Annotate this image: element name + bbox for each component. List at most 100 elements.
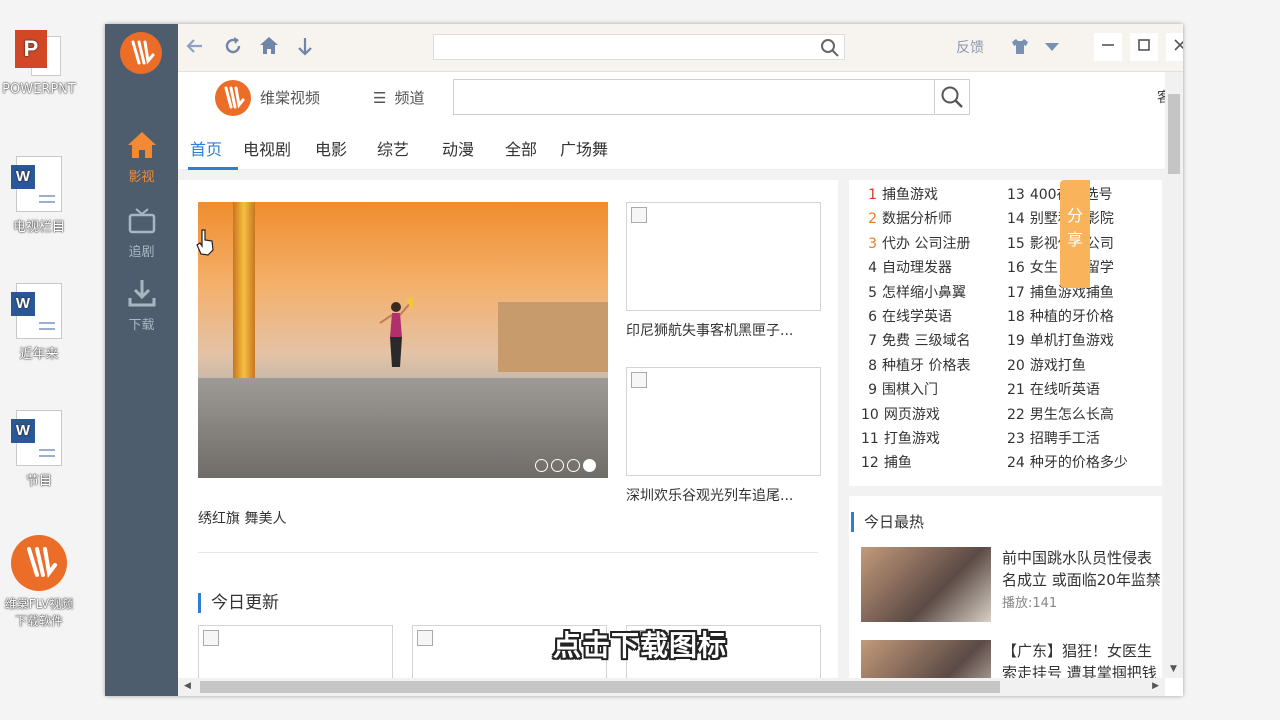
scrollbar-thumb[interactable] bbox=[200, 681, 1000, 693]
hot-search-item[interactable]: 20 游戏打鱼 bbox=[1007, 355, 1086, 375]
desktop-icon-label-line1: 维棠FLV视频 bbox=[4, 597, 74, 611]
hot-search-item[interactable]: 21 在线听英语 bbox=[1007, 379, 1100, 399]
sidebar-item-movies[interactable]: 影视 bbox=[105, 126, 178, 185]
hot-search-item[interactable]: 3 代办 公司注册 bbox=[861, 233, 970, 253]
carousel-dot-active[interactable] bbox=[583, 459, 596, 472]
hot-search-item[interactable]: 1 捕鱼游戏 bbox=[861, 184, 938, 204]
featured-banner[interactable] bbox=[198, 202, 608, 478]
tab-movies[interactable]: 电影 bbox=[315, 136, 347, 160]
tab-all[interactable]: 全部 bbox=[505, 136, 537, 160]
search-icon[interactable] bbox=[820, 38, 840, 62]
brand-logo-icon[interactable] bbox=[215, 80, 251, 116]
feedback-link[interactable]: 反馈 bbox=[956, 35, 984, 61]
scroll-right-arrow-icon[interactable]: ▶ bbox=[1152, 681, 1159, 691]
banner-caption[interactable]: 绣红旗 舞美人 bbox=[198, 508, 286, 528]
powerpoint-icon: P bbox=[13, 26, 65, 82]
tab-anime[interactable]: 动漫 bbox=[442, 136, 474, 160]
hot-search-text: 在线听英语 bbox=[1029, 382, 1100, 399]
carousel-dots bbox=[535, 459, 596, 472]
desktop-icon-doc-3[interactable]: W 节目 bbox=[0, 410, 84, 489]
hot-search-item[interactable]: 22 男生怎么长高 bbox=[1007, 404, 1114, 424]
download-icon bbox=[105, 274, 178, 308]
scrollbar-thumb[interactable] bbox=[1168, 94, 1180, 174]
scroll-left-arrow-icon[interactable]: ◀ bbox=[184, 681, 191, 691]
address-bar[interactable] bbox=[433, 34, 845, 60]
title-bar: 反馈 bbox=[178, 24, 1183, 72]
hot-search-rank: 5 bbox=[868, 284, 877, 301]
hot-search-text: 单机打鱼游戏 bbox=[1029, 333, 1114, 350]
search-button[interactable] bbox=[934, 80, 969, 114]
hot-search-rank: 18 bbox=[1007, 309, 1025, 325]
hot-search-rank: 23 bbox=[1007, 431, 1025, 447]
word-document-icon: W bbox=[11, 283, 62, 339]
minimize-button[interactable] bbox=[1094, 33, 1122, 61]
news-title-line: 前中国跳水队员性侵表 bbox=[1002, 549, 1153, 567]
hot-search-rank: 7 bbox=[868, 333, 877, 350]
hot-search-item[interactable]: 11 打鱼游戏 bbox=[861, 428, 940, 448]
brand-name[interactable]: 维棠视频 bbox=[260, 87, 320, 108]
hot-search-item[interactable]: 23 招聘手工活 bbox=[1007, 428, 1100, 448]
hot-search-rank: 21 bbox=[1007, 382, 1025, 399]
tab-variety[interactable]: 综艺 bbox=[377, 136, 409, 160]
hot-search-item[interactable]: 12 捕鱼 bbox=[861, 452, 912, 472]
carousel-dot[interactable] bbox=[535, 459, 548, 472]
hot-search-item[interactable]: 6 在线学英语 bbox=[861, 306, 952, 326]
hot-search-item[interactable]: 18 种植的牙价格 bbox=[1007, 306, 1114, 326]
hot-search-text: 种牙的价格多少 bbox=[1029, 455, 1128, 472]
hot-search-item[interactable]: 10 网页游戏 bbox=[861, 404, 940, 424]
skin-shirt-icon[interactable] bbox=[1010, 36, 1030, 58]
refresh-icon[interactable] bbox=[220, 35, 246, 61]
chevron-down-icon[interactable] bbox=[1044, 39, 1060, 58]
hot-search-item[interactable]: 24 种牙的价格多少 bbox=[1007, 452, 1128, 472]
video-thumbnail[interactable] bbox=[626, 367, 821, 476]
maximize-button[interactable] bbox=[1130, 33, 1158, 61]
back-arrow-icon[interactable] bbox=[182, 35, 208, 61]
news-title[interactable]: 前中国跳水队员性侵表 名成立 或面临20年监禁 bbox=[1002, 547, 1162, 591]
video-caption[interactable]: 印尼狮航失事客机黑匣子... bbox=[626, 320, 821, 340]
broken-image-icon bbox=[631, 207, 647, 223]
hot-search-item[interactable]: 5 怎样缩小鼻翼 bbox=[861, 282, 966, 302]
app-logo-icon[interactable] bbox=[120, 32, 162, 74]
video-thumbnail[interactable] bbox=[626, 202, 821, 311]
tab-square-dance[interactable]: 广场舞 bbox=[560, 136, 608, 160]
tab-home[interactable]: 首页 bbox=[190, 136, 222, 160]
hot-search-item[interactable]: 8 种植牙 价格表 bbox=[861, 355, 970, 375]
sidebar: 影视 追剧 下载 bbox=[105, 24, 178, 696]
hot-search-item[interactable]: 2 数据分析师 bbox=[861, 208, 952, 228]
hot-search-panel: 1 捕鱼游戏 2 数据分析师 3 代办 公司注册 4 自动理发器 5 怎样缩小鼻翼 6 在线学英语 7 免… bbox=[849, 180, 1162, 486]
desktop-icon-doc-2[interactable]: W 近年来 bbox=[0, 283, 84, 362]
desktop-icon-label: 近年来 bbox=[19, 347, 59, 362]
desktop-icon-powerpnt[interactable]: P POWERPNT bbox=[0, 26, 84, 97]
hot-search-text: 捕鱼 bbox=[883, 455, 912, 472]
channel-menu[interactable]: ☰ 频道 bbox=[373, 87, 424, 108]
hot-search-rank: 12 bbox=[861, 455, 879, 472]
desktop-icon-doc-1[interactable]: W 电视栏目 bbox=[0, 156, 84, 235]
hot-search-text: 免费 三级域名 bbox=[882, 333, 971, 350]
hot-search-item[interactable]: 7 免费 三级域名 bbox=[861, 330, 970, 350]
hot-search-item[interactable]: 4 自动理发器 bbox=[861, 257, 952, 277]
news-thumbnail[interactable] bbox=[861, 547, 991, 622]
tab-tv-series[interactable]: 电视剧 bbox=[243, 136, 291, 160]
hot-search-text: 打鱼游戏 bbox=[883, 431, 940, 447]
hot-search-item[interactable]: 9 围棋入门 bbox=[861, 379, 938, 399]
hot-search-text: 怎样缩小鼻翼 bbox=[882, 284, 966, 301]
carousel-dot[interactable] bbox=[551, 459, 564, 472]
tv-icon bbox=[105, 201, 178, 235]
sidebar-item-follow[interactable]: 追剧 bbox=[105, 201, 178, 260]
horizontal-scrollbar[interactable]: ◀ ▶ bbox=[178, 678, 1165, 696]
vertical-scrollbar[interactable]: ▼ bbox=[1165, 72, 1183, 678]
share-button[interactable]: 分 享 bbox=[1060, 180, 1090, 288]
hot-search-item[interactable]: 19 单机打鱼游戏 bbox=[1007, 330, 1114, 350]
scroll-down-arrow-icon[interactable]: ▼ bbox=[1170, 664, 1177, 674]
video-caption[interactable]: 深圳欢乐谷观光列车追尾... bbox=[626, 485, 821, 505]
sidebar-item-download[interactable]: 下载 bbox=[105, 274, 178, 333]
home-nav-icon[interactable] bbox=[256, 35, 282, 61]
hot-search-text: 代办 公司注册 bbox=[882, 235, 971, 252]
desktop-icon-weitang[interactable]: 维棠FLV视频 下载软件 bbox=[0, 535, 84, 629]
hot-search-rank: 11 bbox=[861, 431, 879, 447]
close-button[interactable] bbox=[1166, 33, 1183, 61]
broken-image-icon bbox=[631, 372, 647, 388]
video-search-input[interactable] bbox=[453, 79, 970, 115]
carousel-dot[interactable] bbox=[567, 459, 580, 472]
download-arrow-icon[interactable] bbox=[292, 35, 318, 61]
